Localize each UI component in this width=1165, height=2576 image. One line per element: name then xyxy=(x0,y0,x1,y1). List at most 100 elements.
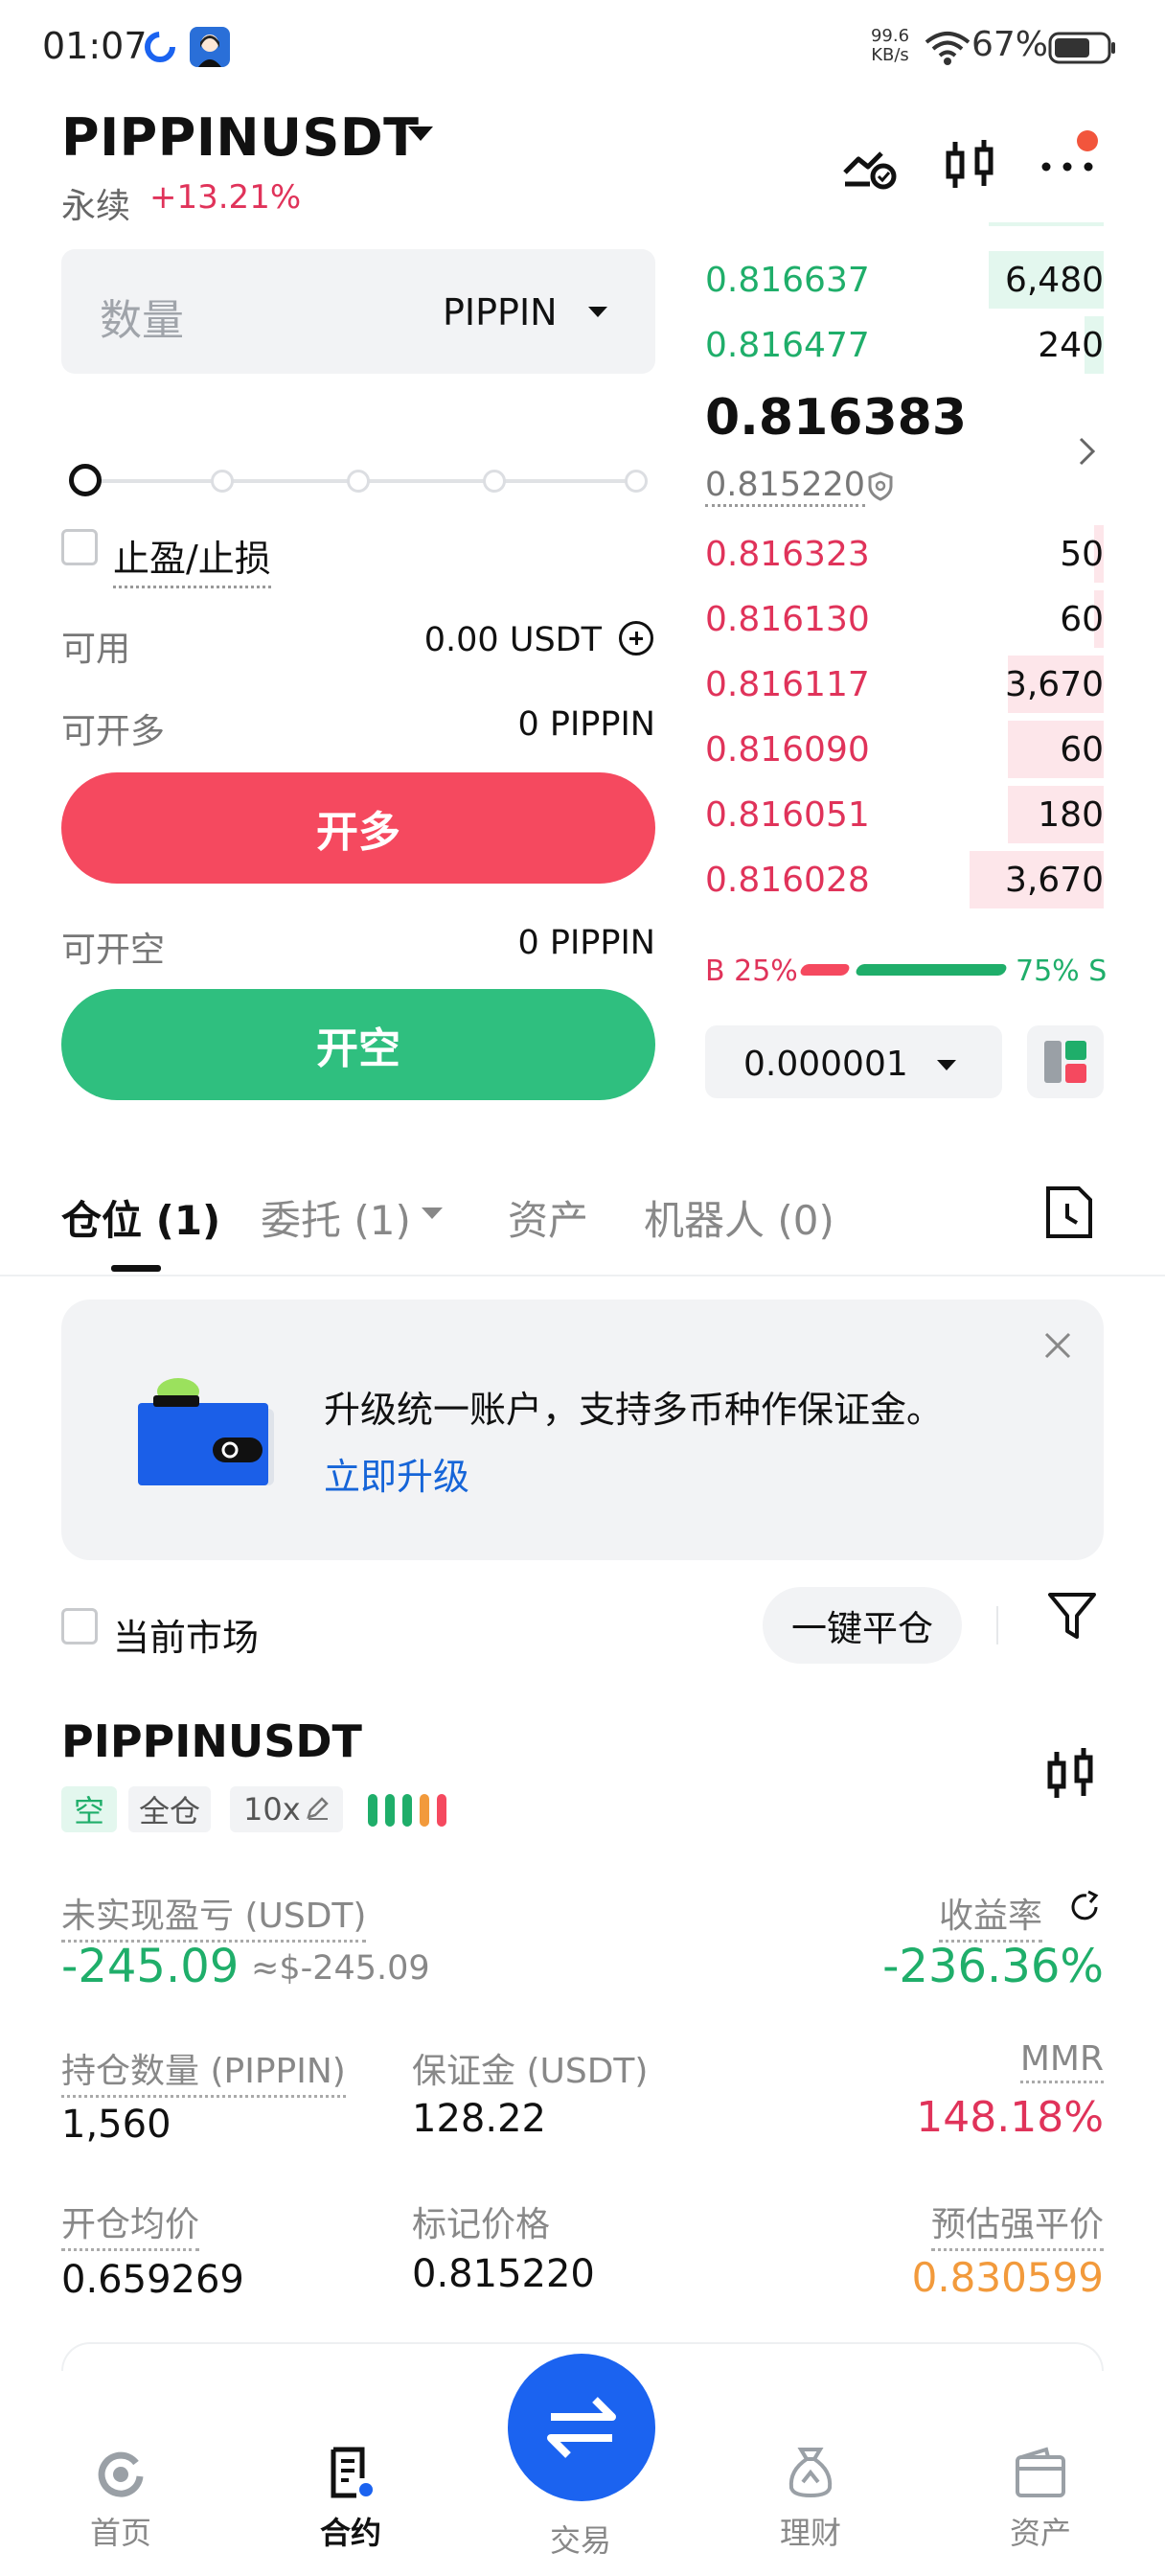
bid-qty: 3,670 xyxy=(1004,665,1104,704)
sell-ratio: 75% S xyxy=(1016,954,1108,988)
ask-price: 0.816477 xyxy=(705,326,870,365)
slider-node-100[interactable] xyxy=(625,470,648,493)
trade-button[interactable] xyxy=(508,2354,655,2501)
open-long-button[interactable]: 开多 xyxy=(61,772,655,884)
risk-level-bar xyxy=(437,1794,446,1827)
mark-price-value: 0.815220 xyxy=(412,2252,595,2296)
pair-title[interactable]: PIPPINUSDT xyxy=(61,107,420,168)
slider-handle[interactable] xyxy=(69,464,102,496)
slider-node-50[interactable] xyxy=(347,470,370,493)
edit-pencil-icon[interactable] xyxy=(305,1796,330,1821)
filter-icon[interactable] xyxy=(1046,1589,1098,1643)
current-market-label[interactable]: 当前市场 xyxy=(113,1608,259,1661)
tab-positions[interactable]: 仓位 (1) xyxy=(61,1188,220,1247)
bid-row[interactable]: 0.816117 3,670 xyxy=(705,656,1104,713)
mark-price-label: 标记价格 xyxy=(412,2205,551,2244)
book-layout-button[interactable] xyxy=(1027,1025,1104,1098)
bid-qty: 50 xyxy=(1060,535,1104,574)
ask-row[interactable]: 0.816477 240 xyxy=(705,316,1104,374)
leverage-value: 10x xyxy=(243,1791,301,1828)
quantity-unit-selector[interactable]: PIPPIN xyxy=(443,291,558,334)
nav-earn[interactable]: 理财 xyxy=(743,2444,878,2559)
ask-row[interactable]: 0.816637 6,480 xyxy=(705,251,1104,309)
unrealized-pnl-label: 未实现盈亏 (USDT) xyxy=(61,1888,367,1943)
close-all-button[interactable]: 一键平仓 xyxy=(763,1587,962,1664)
nav-assets[interactable]: 资产 xyxy=(973,2444,1108,2559)
home-icon xyxy=(98,2451,144,2497)
add-funds-icon[interactable] xyxy=(619,621,653,656)
roe-value: -236.36% xyxy=(882,1940,1104,1993)
tpsl-label[interactable]: 止盈/止损 xyxy=(113,529,271,588)
last-price: 0.816383 xyxy=(705,389,968,447)
tpsl-checkbox[interactable] xyxy=(61,529,98,565)
risk-level-bar xyxy=(420,1794,429,1827)
bid-price: 0.816117 xyxy=(705,665,870,704)
nav-home-label: 首页 xyxy=(89,2515,151,2551)
price-change: +13.21% xyxy=(149,178,302,217)
position-size-label: 持仓数量 (PIPPIN) xyxy=(61,2043,346,2098)
pair-dropdown-icon[interactable] xyxy=(408,126,433,141)
bid-qty: 3,670 xyxy=(1004,861,1104,900)
slider-node-75[interactable] xyxy=(483,470,506,493)
bid-qty: 60 xyxy=(1060,600,1104,639)
entry-price-label: 开仓均价 xyxy=(61,2196,200,2251)
unrealized-pnl-value: -245.09 xyxy=(61,1940,240,1993)
current-market-checkbox[interactable] xyxy=(61,1608,98,1644)
nav-futures-label: 合约 xyxy=(319,2515,381,2551)
bid-price: 0.816130 xyxy=(705,600,870,639)
net-speed: 99.6 KB/s xyxy=(870,26,910,65)
bid-price: 0.816028 xyxy=(705,861,870,900)
shield-icon xyxy=(868,472,893,501)
tab-orders[interactable]: 委托 (1) xyxy=(261,1188,411,1247)
risk-level-bar xyxy=(402,1794,412,1827)
bid-qty: 60 xyxy=(1060,730,1104,770)
buy-ratio: B 25% xyxy=(705,954,798,988)
ask-price: 0.816637 xyxy=(705,261,870,300)
bid-row[interactable]: 0.816130 60 xyxy=(705,590,1104,648)
nav-futures[interactable]: 合约 xyxy=(284,2444,418,2559)
nav-assets-label: 资产 xyxy=(1009,2515,1071,2551)
candlestick-icon[interactable] xyxy=(941,136,998,194)
futures-icon xyxy=(331,2447,373,2498)
ask-row-partial xyxy=(705,222,1104,226)
bid-price: 0.816323 xyxy=(705,535,870,574)
nav-home[interactable]: 首页 xyxy=(54,2444,188,2559)
margin-label: 保证金 (USDT) xyxy=(412,2052,649,2091)
close-icon[interactable] xyxy=(1040,1328,1075,1363)
mark-price: 0.815220 xyxy=(705,466,866,507)
liquidation-price-label: 预估强平价 xyxy=(930,2196,1104,2251)
candlestick-icon[interactable] xyxy=(1044,1744,1098,1804)
tab-divider xyxy=(0,1275,1165,1276)
chevron-down-icon[interactable] xyxy=(422,1208,443,1219)
open-short-button[interactable]: 开空 xyxy=(61,989,655,1100)
tab-bots[interactable]: 机器人 (0) xyxy=(644,1188,834,1247)
bid-row[interactable]: 0.816090 60 xyxy=(705,721,1104,778)
tab-active-indicator xyxy=(111,1265,161,1272)
position-symbol[interactable]: PIPPINUSDT xyxy=(61,1715,362,1767)
trend-check-icon[interactable] xyxy=(841,136,899,194)
bid-row[interactable]: 0.816323 50 xyxy=(705,525,1104,583)
bid-row[interactable]: 0.816028 3,670 xyxy=(705,851,1104,908)
chevron-right-icon[interactable] xyxy=(1077,435,1098,468)
nav-trade-label[interactable]: 交易 xyxy=(514,2517,648,2561)
slider-node-25[interactable] xyxy=(211,470,234,493)
bid-qty: 180 xyxy=(1038,795,1104,835)
bid-price: 0.816090 xyxy=(705,730,870,770)
bid-row[interactable]: 0.816051 180 xyxy=(705,786,1104,843)
margin-value: 128.22 xyxy=(412,2097,546,2141)
sell-ratio-bar xyxy=(854,964,1009,976)
chevron-down-icon[interactable] xyxy=(588,307,607,317)
ask-qty: 6,480 xyxy=(1004,261,1104,300)
risk-level-bar xyxy=(385,1794,395,1827)
mmr-label: MMR xyxy=(1019,2039,1104,2083)
tab-assets[interactable]: 资产 xyxy=(508,1188,588,1247)
app-notification-icon xyxy=(145,32,175,62)
nav-earn-label: 理财 xyxy=(779,2515,841,2551)
upgrade-link[interactable]: 立即升级 xyxy=(324,1447,469,1500)
banner-text: 升级统一账户，支持多币种作保证金。 xyxy=(324,1389,944,1431)
history-icon[interactable] xyxy=(1044,1184,1094,1240)
wallet-icon xyxy=(1016,2447,1065,2497)
buy-ratio-bar xyxy=(798,964,852,976)
chevron-down-icon[interactable] xyxy=(937,1060,956,1070)
share-icon[interactable] xyxy=(1067,1890,1102,1924)
